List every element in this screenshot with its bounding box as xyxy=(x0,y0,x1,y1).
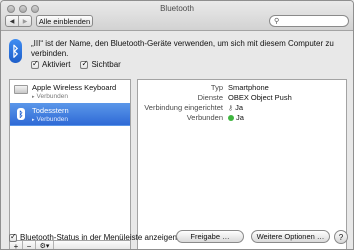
detail-row-connected: Verbunden Ja xyxy=(138,113,348,123)
back-arrow-icon: ◀ xyxy=(9,18,15,25)
device-details-panel: Typ Smartphone Dienste OBEX Object Push … xyxy=(137,79,348,249)
type-label: Typ xyxy=(210,83,223,92)
key-icon: ⚷ xyxy=(228,104,234,112)
device-name: Todesstern xyxy=(32,106,69,115)
activated-label: Aktiviert xyxy=(42,60,71,69)
paired-value: Ja xyxy=(235,103,244,112)
visible-label: Sichtbar xyxy=(91,60,121,69)
toolbar: ◀ ▶ Alle einblenden ⚲ xyxy=(1,14,353,30)
advanced-options-button[interactable]: Weitere Optionen … xyxy=(251,230,330,243)
detail-row-paired: Verbindung eingerichtet ⚷ Ja xyxy=(138,103,348,113)
status-arrow-icon: ▸ xyxy=(32,94,35,100)
activated-checkbox-box[interactable] xyxy=(31,59,39,69)
connected-value-wrap: Ja xyxy=(228,113,244,122)
help-button[interactable]: ? xyxy=(334,230,348,244)
search-icon: ⚲ xyxy=(274,18,280,25)
paired-value-wrap: ⚷ Ja xyxy=(228,103,243,112)
detail-row-services: Dienste OBEX Object Push xyxy=(138,93,348,103)
title-bar: Bluetooth ◀ ▶ Alle einblenden ⚲ xyxy=(1,1,353,31)
visible-checkbox[interactable]: Sichtbar xyxy=(80,59,121,69)
show-all-button[interactable]: Alle einblenden xyxy=(36,15,93,27)
bluetooth-icon: ᛒ xyxy=(9,39,22,63)
keyboard-icon xyxy=(14,85,28,94)
menubar-status-checkbox[interactable]: Bluetooth-Status in der Menüleiste anzei… xyxy=(9,232,177,242)
services-label: Dienste xyxy=(197,93,223,102)
device-status-label: Verbunden xyxy=(36,116,68,123)
menubar-status-checkbox-box[interactable] xyxy=(9,232,17,242)
menubar-status-label: Bluetooth-Status in der Menüleiste anzei… xyxy=(20,233,177,242)
device-item-todesstern[interactable]: ᛒ Todesstern ▸ Verbunden xyxy=(10,103,130,126)
back-button[interactable]: ◀ xyxy=(6,16,18,26)
device-status: ▸ Verbunden xyxy=(32,93,68,100)
forward-arrow-icon: ▶ xyxy=(22,18,28,25)
content-area: ᛒ „III“ ist der Name, den Bluetooth-Gerä… xyxy=(1,32,353,249)
nav-segment: ◀ ▶ xyxy=(5,15,32,27)
detail-row-type: Typ Smartphone xyxy=(138,83,348,93)
window-title: Bluetooth xyxy=(160,4,194,13)
bottom-bar: Bluetooth-Status in der Menüleiste anzei… xyxy=(1,226,353,248)
device-item-keyboard[interactable]: Apple Wireless Keyboard ▸ Verbunden xyxy=(10,80,130,103)
search-input[interactable]: ⚲ xyxy=(269,15,349,27)
connected-label: Verbunden xyxy=(186,113,223,122)
device-status: ▸ Verbunden xyxy=(32,116,68,123)
status-checkboxes: Aktiviert Sichtbar xyxy=(31,59,121,69)
device-status-label: Verbunden xyxy=(36,93,68,100)
device-name: Apple Wireless Keyboard xyxy=(32,83,117,92)
activated-checkbox[interactable]: Aktiviert xyxy=(31,59,71,69)
connected-value: Ja xyxy=(236,113,244,122)
preferences-window: Bluetooth ◀ ▶ Alle einblenden ⚲ ᛒ „III“ … xyxy=(0,0,354,250)
bluetooth-device-icon: ᛒ xyxy=(17,108,25,120)
status-arrow-icon: ▸ xyxy=(32,117,35,123)
paired-label: Verbindung eingerichtet xyxy=(144,103,223,112)
type-value: Smartphone xyxy=(228,83,269,92)
device-list: Apple Wireless Keyboard ▸ Verbunden ᛒ Tod… xyxy=(9,79,131,241)
computer-name-description: „III“ ist der Name, den Bluetooth-Geräte… xyxy=(31,39,334,58)
sharing-button[interactable]: Freigabe … xyxy=(176,230,244,243)
connected-status-icon xyxy=(228,114,234,121)
services-value: OBEX Object Push xyxy=(228,93,292,102)
forward-button[interactable]: ▶ xyxy=(18,16,31,26)
visible-checkbox-box[interactable] xyxy=(80,59,89,69)
